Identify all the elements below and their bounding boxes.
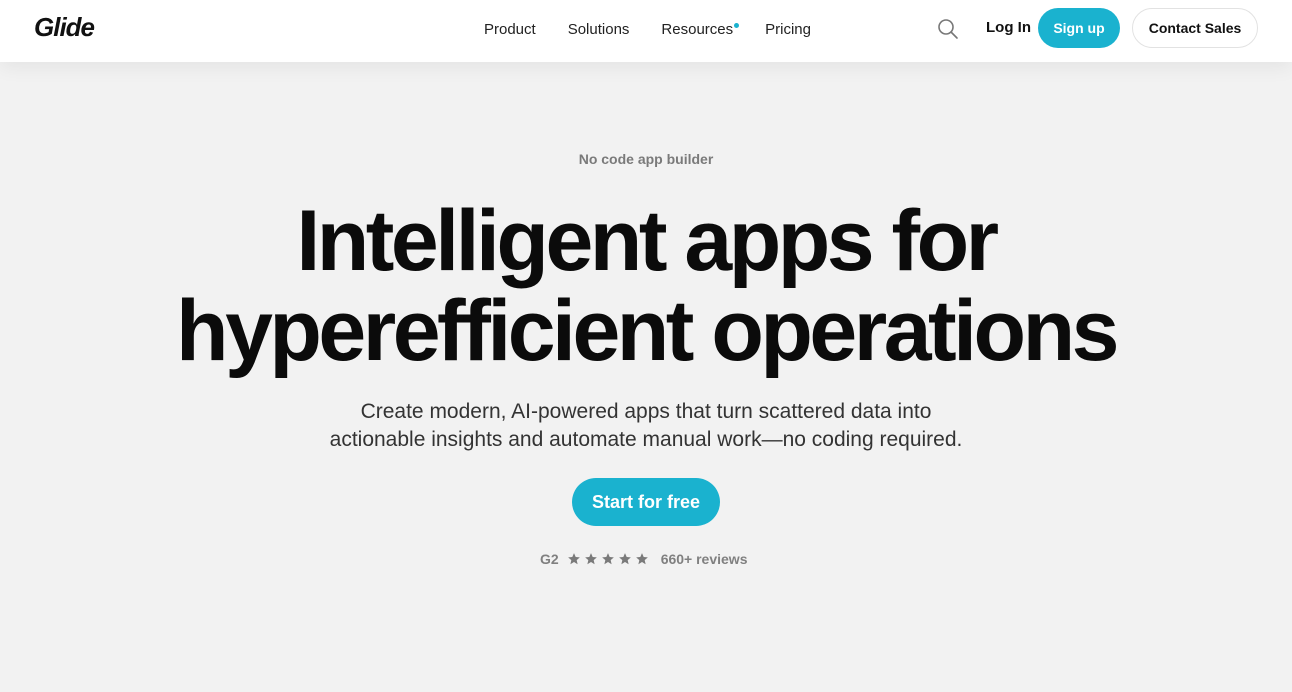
- start-for-free-button[interactable]: Start for free: [572, 478, 720, 526]
- subtext-line-1: Create modern, AI-powered apps that turn…: [360, 400, 932, 423]
- hero-section: No code app builder Intelligent apps for…: [0, 62, 1292, 692]
- search-icon[interactable]: [937, 18, 959, 40]
- star-icon: [584, 553, 597, 565]
- subtext-line-2: actionable insights and automate manual …: [329, 428, 963, 451]
- star-icon: [618, 553, 631, 565]
- rating-stars: [567, 552, 649, 566]
- star-icon: [635, 553, 648, 565]
- headline-line-1: Intelligent apps for: [296, 193, 999, 289]
- g2-rating[interactable]: G2 660+ reviews: [540, 551, 747, 567]
- login-link[interactable]: Log In: [986, 19, 1031, 36]
- g2-label: G2: [540, 551, 559, 567]
- headline-line-2: hyperefficient operations: [176, 283, 1119, 379]
- star-icon: [601, 553, 614, 565]
- nav-item-resources-label: Resources: [661, 21, 734, 38]
- hero-headline: Intelligent apps for hyperefficient oper…: [0, 196, 1292, 376]
- hero-subtext: Create modern, AI-powered apps that turn…: [0, 398, 1292, 454]
- star-icon: [567, 553, 580, 565]
- glide-logo[interactable]: Glide: [34, 12, 95, 43]
- main-nav: Product Solutions Resources Pricing: [484, 21, 811, 39]
- nav-item-product[interactable]: Product: [484, 21, 536, 39]
- hero-eyebrow: No code app builder: [578, 151, 714, 167]
- nav-item-pricing[interactable]: Pricing: [765, 21, 811, 39]
- new-indicator-dot: [734, 23, 740, 28]
- reviews-count: 660+ reviews: [660, 551, 748, 567]
- signup-button[interactable]: Sign up: [1038, 8, 1120, 48]
- nav-item-resources[interactable]: Resources: [661, 21, 740, 39]
- site-header: Glide Product Solutions Resources Pricin…: [0, 0, 1292, 62]
- nav-item-solutions[interactable]: Solutions: [568, 21, 630, 39]
- contact-sales-button[interactable]: Contact Sales: [1132, 8, 1258, 48]
